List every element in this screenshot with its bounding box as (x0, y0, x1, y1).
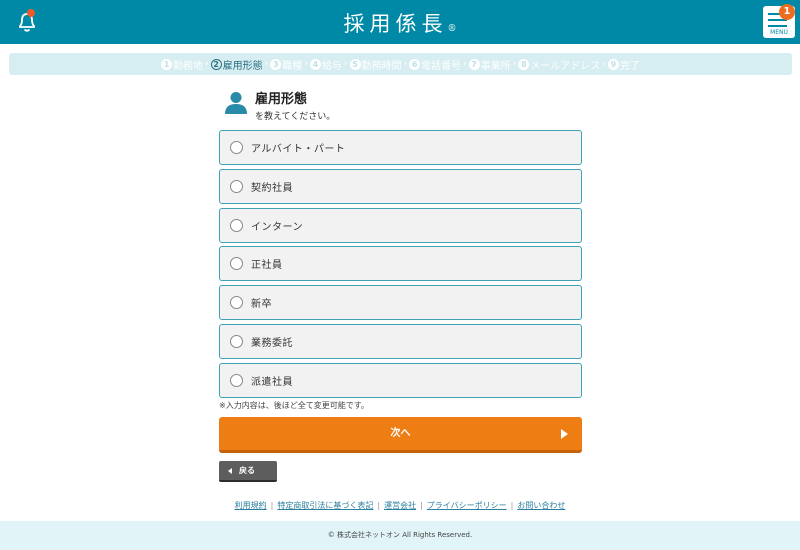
option-haken-shain[interactable]: 派遣社員 (219, 362, 582, 398)
footer-link-terms[interactable]: 利用規約 (231, 501, 271, 510)
chevron-right-icon: › (602, 59, 606, 69)
app-header: 採用係長® MENU 1 (0, 0, 800, 44)
step-2: 2 雇用形態 (210, 57, 263, 72)
step-number: 7 (468, 58, 480, 70)
step-6: 6 電話番号 (409, 57, 461, 72)
radio-button[interactable] (230, 257, 243, 271)
chevron-right-icon: › (205, 59, 209, 69)
option-label: 契約社員 (251, 182, 293, 194)
play-arrow-icon (561, 429, 568, 439)
footer-link-contact[interactable]: お問い合わせ (513, 501, 569, 510)
step-number: 1 (161, 58, 173, 70)
step-label: 勤務時間 (361, 60, 402, 72)
radio-button[interactable] (230, 218, 243, 232)
hamburger-bar (768, 25, 787, 27)
option-gyomu-itaku[interactable]: 業務委託 (219, 323, 582, 359)
question-subtitle: を教えてください。 (255, 112, 336, 122)
chevron-right-icon: › (304, 59, 308, 69)
step-8: 8 メールアドレス (518, 57, 600, 72)
chevron-right-icon: › (403, 59, 408, 69)
step-label: 完了 (619, 60, 640, 72)
option-seishain[interactable]: 正社員 (219, 246, 582, 282)
question-title: 雇用形態 (255, 92, 308, 107)
radio-button[interactable] (230, 141, 243, 154)
option-label: インターン (251, 221, 303, 233)
step-label: 給与 (321, 60, 342, 72)
step-label: 勤務地 (173, 60, 204, 72)
option-shinsotsu[interactable]: 新卒 (219, 285, 582, 321)
employment-type-options: アルバイト・パート 契約社員 インターン 正社員 新卒 業務委託 派遣社員 (219, 130, 582, 402)
person-icon (225, 91, 247, 115)
menu-badge: 1 (779, 4, 795, 20)
option-label: 派遣社員 (251, 376, 293, 388)
step-label: 雇用形態 (222, 60, 263, 72)
step-7: 7 事業所 (468, 57, 511, 72)
step-label: メールアドレス (530, 60, 601, 72)
step-number: 9 (607, 58, 619, 70)
footer-link-tokushoho[interactable]: 特定商取引法に基づく表記 (273, 501, 377, 510)
chevron-right-icon: › (512, 59, 517, 69)
step-3: 3 職種 (270, 57, 302, 72)
back-button-label: 戻る (239, 466, 255, 475)
option-arubaito-part[interactable]: アルバイト・パート (219, 130, 582, 165)
step-number: 5 (349, 58, 361, 70)
footer-links: 利用規約 | 特定商取引法に基づく表記 | 運営会社 | プライバシーポリシー | お問い合わせ (0, 500, 800, 511)
step-number: 4 (309, 58, 321, 70)
radio-button[interactable] (230, 334, 243, 348)
chevron-right-icon: › (264, 59, 269, 69)
edit-note: ※入力内容は、後ほど全て変更可能です。 (219, 401, 369, 410)
option-keiyaku-shain[interactable]: 契約社員 (219, 168, 582, 204)
option-label: アルバイト・パート (251, 144, 346, 155)
step-label: 職種 (282, 60, 303, 72)
progress-steps: 1 勤務地 › 2 雇用形態 › 3 職種 › 4 給与 › 5 勤務時間 › 6 電話番号 › 7 事業所 › 8 メール… (9, 53, 792, 75)
step-number: 3 (270, 58, 282, 70)
logo-text: 採用係長 (343, 12, 448, 36)
step-label: 事業所 (480, 60, 511, 72)
radio-button[interactable] (230, 179, 243, 193)
back-button[interactable]: 戻る (219, 461, 277, 482)
back-arrow-icon (228, 468, 232, 474)
step-number: 6 (409, 58, 421, 70)
step-5: 5 勤務時間 (349, 57, 402, 72)
step-9: 9 完了 (607, 57, 640, 72)
radio-button[interactable] (230, 296, 243, 310)
option-label: 新卒 (251, 299, 272, 311)
chevron-right-icon: › (343, 59, 348, 69)
step-4: 4 給与 (309, 57, 342, 72)
option-intern[interactable]: インターン (219, 207, 582, 243)
app-logo[interactable]: 採用係長® (0, 8, 800, 38)
footer-link-company[interactable]: 運営会社 (380, 501, 420, 510)
option-label: 業務委託 (251, 337, 293, 349)
menu-label: MENU (770, 29, 788, 36)
logo-registered-mark: ® (447, 24, 457, 34)
option-label: 正社員 (251, 260, 283, 272)
footer-link-privacy[interactable]: プライバシーポリシー (423, 501, 511, 510)
copyright: © 株式会社ネットオン All Rights Reserved. (0, 521, 800, 550)
radio-button[interactable] (230, 373, 243, 387)
next-button[interactable]: 次へ (219, 417, 582, 453)
step-label: 電話番号 (421, 60, 462, 72)
step-number: 8 (518, 58, 530, 70)
step-number: 2 (210, 58, 222, 70)
chevron-right-icon: › (463, 59, 467, 69)
next-button-label: 次へ (390, 428, 411, 439)
step-1: 1 勤務地 (161, 57, 203, 72)
